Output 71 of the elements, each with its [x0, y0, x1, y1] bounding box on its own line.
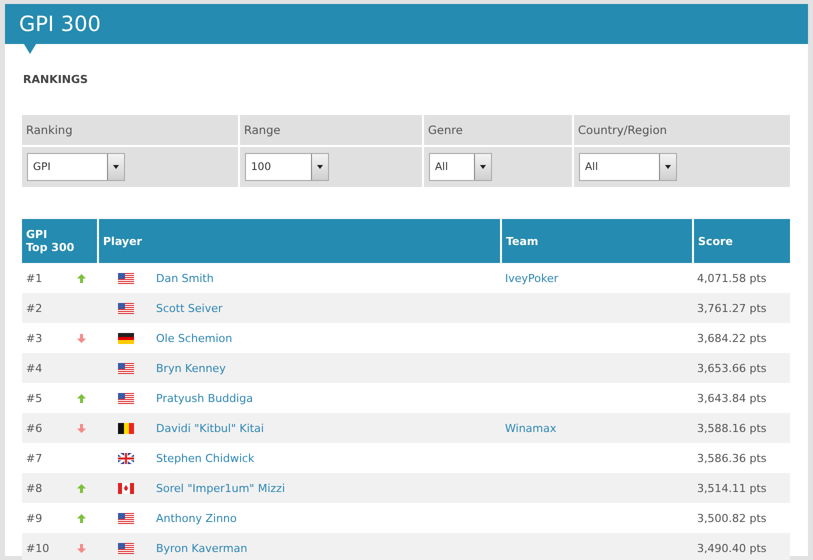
player-link[interactable]: Byron Kaverman: [156, 542, 248, 554]
score-text: 3,588.16 pts: [697, 422, 767, 434]
down-arrow-icon: [77, 334, 86, 342]
flag-icon: [118, 422, 134, 434]
rank-text: #2: [26, 302, 42, 314]
rank-text: #9: [26, 512, 42, 524]
score-text: 3,653.66 pts: [697, 362, 767, 374]
page-title: GPI 300: [19, 12, 101, 36]
flag-icon: [118, 332, 134, 344]
player-link[interactable]: Sorel "Imper1um" Mizzi: [156, 482, 285, 494]
player-link[interactable]: Dan Smith: [156, 272, 214, 284]
column-header: Player: [98, 219, 501, 263]
player-link[interactable]: Pratyush Buddiga: [156, 392, 253, 404]
score-text: 3,586.36 pts: [697, 452, 767, 464]
filter-label: Genre: [424, 115, 574, 147]
rank-text: #5: [26, 392, 42, 404]
score-text: 4,071.58 pts: [697, 272, 767, 284]
column-header: Score: [693, 219, 790, 263]
caret-icon: [480, 165, 486, 169]
team-link[interactable]: Winamax: [505, 422, 556, 434]
score-text: 3,514.11 pts: [697, 482, 767, 494]
player-link[interactable]: Stephen Chidwick: [156, 452, 254, 464]
rank-text: #6: [26, 422, 42, 434]
up-arrow-icon: [77, 274, 86, 282]
flag-icon: [118, 482, 134, 494]
flag-icon: [118, 542, 134, 554]
rank-text: #7: [26, 452, 42, 464]
score-text: 3,490.40 pts: [697, 542, 767, 554]
player-link[interactable]: Ole Schemion: [156, 332, 232, 344]
score-text: 3,643.84 pts: [697, 392, 767, 404]
caret-icon: [665, 165, 671, 169]
player-link[interactable]: Bryn Kenney: [156, 362, 226, 374]
team-link[interactable]: IveyPoker: [505, 272, 558, 284]
caret-icon: [317, 165, 323, 169]
caret-icon: [113, 165, 119, 169]
filter-label: Range: [240, 115, 424, 147]
dropdown[interactable]: All: [579, 153, 677, 181]
rank-text: #8: [26, 482, 42, 494]
flag-icon: [118, 512, 134, 524]
player-link[interactable]: Scott Seiver: [156, 302, 222, 314]
player-link[interactable]: Davidi "Kitbul" Kitai: [156, 422, 264, 434]
filter-label: Ranking: [22, 115, 240, 147]
filter-label: Country/Region: [574, 115, 790, 147]
score-text: 3,684.22 pts: [697, 332, 767, 344]
rank-text: #4: [26, 362, 42, 374]
player-link[interactable]: Anthony Zinno: [156, 512, 237, 524]
rank-text: #3: [26, 332, 42, 344]
column-header: GPI Top 300: [22, 219, 98, 263]
flag-icon: [118, 362, 134, 374]
flag-icon: [118, 272, 134, 284]
rank-text: #10: [26, 542, 50, 554]
flag-icon: [118, 392, 134, 404]
dropdown-arrow-button[interactable]: [311, 154, 328, 180]
column-header: Team: [501, 219, 693, 263]
dropdown[interactable]: GPI: [27, 153, 125, 181]
dropdown[interactable]: 100: [245, 153, 329, 181]
rank-text: #1: [26, 272, 42, 284]
up-arrow-icon: [77, 394, 86, 402]
flag-icon: [118, 302, 134, 314]
section-title: RANKINGS: [23, 73, 89, 86]
dropdown-arrow-button[interactable]: [474, 154, 491, 180]
up-arrow-icon: [77, 514, 86, 522]
down-arrow-icon: [77, 424, 86, 432]
flag-icon: [118, 452, 134, 464]
score-text: 3,761.27 pts: [697, 302, 767, 314]
dropdown[interactable]: All: [429, 153, 492, 181]
dropdown-arrow-button[interactable]: [659, 154, 676, 180]
down-arrow-icon: [77, 544, 86, 552]
up-arrow-icon: [77, 484, 86, 492]
dropdown-arrow-button[interactable]: [107, 154, 124, 180]
score-text: 3,500.82 pts: [697, 512, 767, 524]
